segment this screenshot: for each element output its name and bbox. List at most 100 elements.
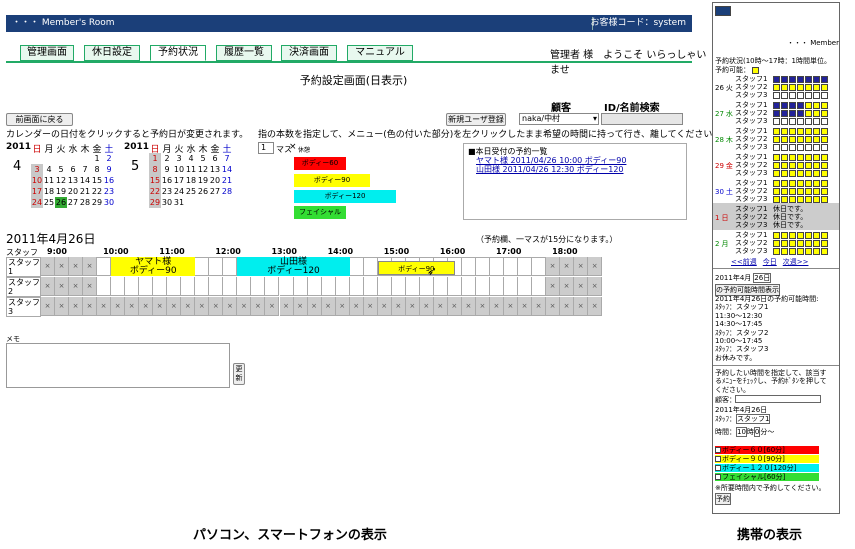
time-slot[interactable] bbox=[265, 277, 280, 296]
cal-day[interactable]: 26 bbox=[55, 197, 67, 208]
customer-select[interactable]: naka/中村 ▾ bbox=[519, 113, 599, 125]
back-button[interactable]: 前画面に戻る bbox=[6, 113, 73, 126]
time-slot[interactable] bbox=[181, 277, 196, 296]
cal-day[interactable]: 23 bbox=[161, 186, 173, 197]
cal-day[interactable]: 20 bbox=[67, 186, 79, 197]
cal-day[interactable]: 23 bbox=[103, 186, 115, 197]
cal-day[interactable]: 13 bbox=[67, 175, 79, 186]
cal-day[interactable]: 7 bbox=[221, 153, 233, 164]
cal-day[interactable]: 15 bbox=[91, 175, 103, 186]
mobile-slot[interactable] bbox=[797, 247, 804, 255]
mobile-menu-checkbox[interactable] bbox=[715, 474, 721, 480]
time-slot[interactable] bbox=[532, 257, 547, 276]
mobile-slot[interactable] bbox=[773, 247, 780, 255]
time-slot[interactable] bbox=[223, 277, 238, 296]
time-slot[interactable] bbox=[195, 277, 210, 296]
mobile-slot[interactable] bbox=[813, 143, 820, 151]
cal-day[interactable]: 26 bbox=[197, 186, 209, 197]
menu-item[interactable]: ボディー60 bbox=[294, 157, 346, 170]
cal-day[interactable]: 29 bbox=[149, 197, 161, 208]
cal-day[interactable]: 8 bbox=[149, 164, 161, 175]
cal-day[interactable]: 12 bbox=[55, 175, 67, 186]
menu-item[interactable]: フェイシャル bbox=[294, 206, 346, 219]
time-slot[interactable] bbox=[139, 277, 154, 296]
time-slot[interactable] bbox=[475, 257, 490, 276]
time-slot[interactable] bbox=[503, 257, 518, 276]
tab-2[interactable]: 予約状況 bbox=[150, 45, 206, 61]
cal-day[interactable]: 28 bbox=[79, 197, 91, 208]
time-slot[interactable] bbox=[251, 277, 266, 296]
time-slot[interactable] bbox=[363, 257, 378, 276]
mobile-slot[interactable] bbox=[781, 143, 788, 151]
cal-day[interactable]: 21 bbox=[79, 186, 91, 197]
cal-day[interactable]: 9 bbox=[103, 164, 115, 175]
mobile-slot[interactable] bbox=[797, 91, 804, 99]
mobile-slot[interactable] bbox=[805, 195, 812, 203]
todays-list-item[interactable]: 山田様 2011/04/26 12:30 ボディー120 bbox=[476, 164, 624, 175]
time-slot[interactable] bbox=[97, 257, 112, 276]
mobile-reserve-button[interactable]: 予約 bbox=[715, 493, 731, 505]
time-slot[interactable] bbox=[97, 277, 112, 296]
mobile-slot[interactable] bbox=[821, 117, 828, 125]
time-slot[interactable] bbox=[111, 277, 126, 296]
mobile-slot[interactable] bbox=[773, 91, 780, 99]
mobile-slot[interactable] bbox=[789, 247, 796, 255]
cal-day[interactable]: 27 bbox=[209, 186, 221, 197]
time-slot[interactable] bbox=[532, 277, 547, 296]
time-slot[interactable] bbox=[433, 277, 448, 296]
time-slot[interactable] bbox=[321, 277, 336, 296]
mobile-slot[interactable] bbox=[813, 247, 820, 255]
time-slot[interactable] bbox=[209, 277, 224, 296]
mobile-slot[interactable] bbox=[797, 169, 804, 177]
cal-day[interactable]: 6 bbox=[67, 164, 79, 175]
mobile-slot[interactable] bbox=[813, 91, 820, 99]
time-slot[interactable] bbox=[279, 277, 294, 296]
tab-1[interactable]: 休日設定 bbox=[84, 45, 140, 61]
mobile-slot[interactable] bbox=[805, 169, 812, 177]
cal-day[interactable]: 2 bbox=[103, 153, 115, 164]
tab-3[interactable]: 履歴一覧 bbox=[216, 45, 272, 61]
cal-day[interactable]: 13 bbox=[209, 164, 221, 175]
mobile-date-day[interactable]: 26日 bbox=[753, 273, 772, 283]
mobile-menu-option[interactable]: ボディー１２０[120分] bbox=[715, 464, 819, 472]
cal-day[interactable]: 27 bbox=[67, 197, 79, 208]
mobile-customer-input[interactable] bbox=[735, 395, 821, 403]
cal-day[interactable]: 11 bbox=[185, 164, 197, 175]
id-search-input[interactable] bbox=[601, 113, 683, 125]
cal-day[interactable]: 18 bbox=[185, 175, 197, 186]
mobile-slot[interactable] bbox=[789, 143, 796, 151]
menu-item[interactable]: ボディー90 bbox=[294, 174, 370, 187]
cal-day[interactable]: 20 bbox=[209, 175, 221, 186]
mobile-slot[interactable] bbox=[797, 143, 804, 151]
time-slot[interactable] bbox=[461, 257, 476, 276]
menu-item[interactable]: ボディー120 bbox=[294, 190, 396, 203]
mobile-menu-option[interactable]: ボディー９０[90分] bbox=[715, 455, 819, 463]
mobile-staff-select[interactable]: スタッフ1 bbox=[736, 414, 771, 424]
mobile-slot[interactable] bbox=[805, 247, 812, 255]
mobile-slot[interactable] bbox=[789, 117, 796, 125]
cal-day[interactable]: 18 bbox=[43, 186, 55, 197]
cal-day[interactable]: 25 bbox=[185, 186, 197, 197]
mobile-slot[interactable] bbox=[821, 91, 828, 99]
cal-day[interactable]: 4 bbox=[43, 164, 55, 175]
mobile-slot[interactable] bbox=[781, 117, 788, 125]
cal-day[interactable]: 10 bbox=[31, 175, 43, 186]
time-slot[interactable] bbox=[489, 277, 504, 296]
time-slot[interactable] bbox=[237, 277, 252, 296]
time-slot[interactable] bbox=[447, 277, 462, 296]
mobile-slot[interactable] bbox=[789, 195, 796, 203]
cal-day[interactable]: 30 bbox=[161, 197, 173, 208]
mobile-slot[interactable] bbox=[797, 117, 804, 125]
update-button[interactable]: 更新 bbox=[233, 363, 245, 385]
cal-day[interactable]: 21 bbox=[221, 175, 233, 186]
cal-day[interactable]: 1 bbox=[149, 153, 161, 164]
cal-day[interactable]: 17 bbox=[173, 175, 185, 186]
cal-day[interactable]: 3 bbox=[31, 164, 43, 175]
mobile-slot[interactable] bbox=[805, 143, 812, 151]
mobile-menu-option[interactable]: ボディー６０[60分] bbox=[715, 446, 819, 454]
time-slot[interactable] bbox=[195, 257, 210, 276]
cal-day[interactable]: 5 bbox=[197, 153, 209, 164]
mobile-slot[interactable] bbox=[797, 195, 804, 203]
time-slot[interactable] bbox=[223, 257, 238, 276]
mobile-slot[interactable] bbox=[789, 169, 796, 177]
